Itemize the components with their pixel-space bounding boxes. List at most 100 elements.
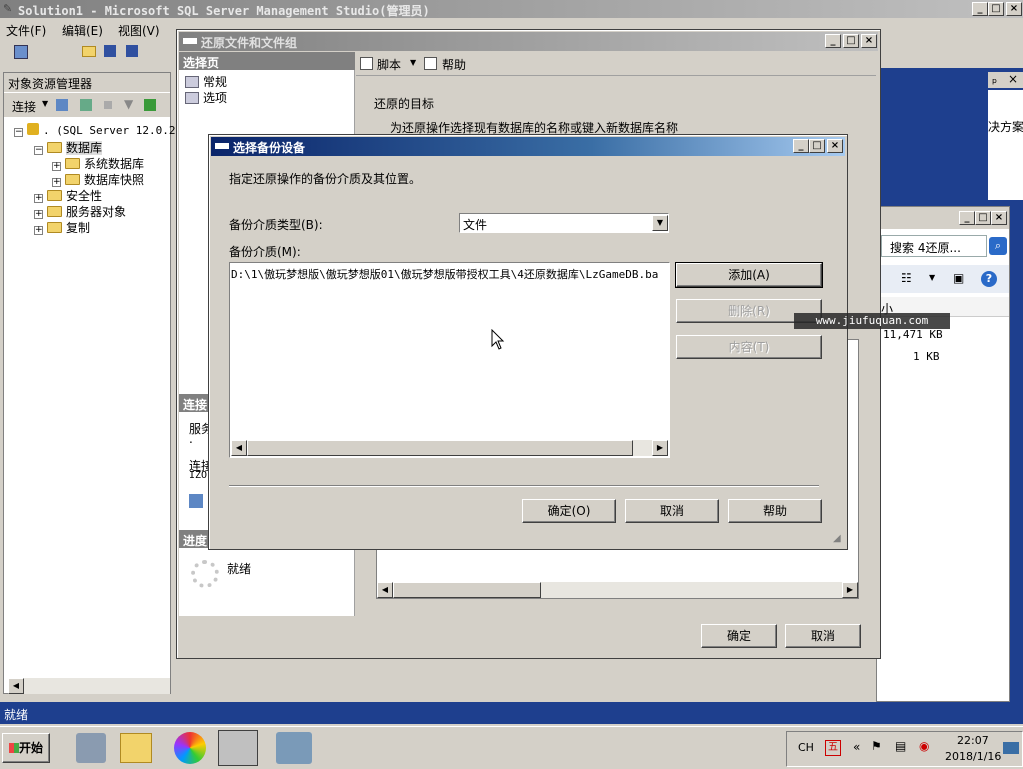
- view-icon[interactable]: ☷: [901, 271, 912, 285]
- close-icon[interactable]: ×: [861, 34, 877, 48]
- search-input[interactable]: 搜索 4还原...: [890, 239, 961, 256]
- select-page-header: 选择页: [179, 52, 355, 70]
- network-icon[interactable]: ▤: [895, 739, 906, 753]
- restore-cancel-button[interactable]: 取消: [785, 624, 861, 648]
- filter-icon[interactable]: ▼: [124, 97, 133, 111]
- page-options[interactable]: 选项: [185, 89, 227, 106]
- object-explorer-hscroll[interactable]: ◀: [8, 678, 170, 694]
- expand-icon[interactable]: +: [34, 226, 43, 235]
- tree-system-databases[interactable]: + 系统数据库: [52, 155, 144, 172]
- scroll-right-icon[interactable]: ▶: [842, 582, 858, 598]
- maximize-icon[interactable]: □: [975, 211, 991, 225]
- page-general[interactable]: 常规: [185, 73, 227, 90]
- minimize-icon[interactable]: _: [793, 139, 809, 153]
- flag-icon[interactable]: ⚑: [871, 739, 882, 753]
- restore-titlebar: 还原文件和文件组 _ □ ×: [179, 32, 878, 51]
- close-icon[interactable]: ×: [827, 139, 843, 153]
- open-icon[interactable]: [82, 46, 96, 57]
- contents-button[interactable]: 内容(T): [676, 335, 822, 359]
- expand-icon[interactable]: +: [52, 178, 61, 187]
- pin-icon[interactable]: ₚ: [992, 72, 997, 86]
- collapse-icon[interactable]: −: [34, 146, 43, 155]
- stop-icon[interactable]: [104, 101, 112, 109]
- collapse-icon[interactable]: −: [14, 128, 23, 137]
- connect-dropdown-icon[interactable]: ▼: [42, 99, 48, 108]
- backup-cancel-button[interactable]: 取消: [625, 499, 719, 523]
- file-size: 1 KB: [913, 350, 940, 363]
- connect-button[interactable]: 连接: [12, 98, 36, 115]
- connect-server-icon[interactable]: [56, 99, 68, 111]
- restore-ok-button[interactable]: 确定: [701, 624, 777, 648]
- script-dropdown-icon[interactable]: ▼: [410, 58, 416, 67]
- maximize-icon[interactable]: □: [843, 34, 859, 48]
- scroll-right-icon[interactable]: ▶: [652, 440, 668, 456]
- search-icon[interactable]: ⌕: [989, 237, 1007, 255]
- maximize-icon[interactable]: □: [988, 2, 1004, 16]
- maximize-icon[interactable]: □: [809, 139, 825, 153]
- server-manager-icon[interactable]: [76, 733, 106, 763]
- ssms-taskbar-icon[interactable]: [218, 730, 258, 766]
- script-icon[interactable]: [360, 57, 373, 70]
- scroll-left-icon[interactable]: ◀: [377, 582, 393, 598]
- backup-device-dialog: 选择备份设备 _ □ × 指定还原操作的备份介质及其位置。 备份介质类型(B):…: [208, 134, 848, 550]
- scroll-thumb[interactable]: [247, 440, 633, 456]
- expand-icon[interactable]: +: [34, 194, 43, 203]
- new-query-icon[interactable]: [14, 45, 28, 59]
- expand-icon[interactable]: +: [52, 162, 61, 171]
- backup-help-button[interactable]: 帮助: [728, 499, 822, 523]
- resize-grip-icon[interactable]: ◢: [833, 533, 841, 544]
- tree-server[interactable]: −. (SQL Server 12.0.20: [14, 123, 182, 137]
- start-button[interactable]: 开始: [2, 733, 50, 763]
- minimize-icon[interactable]: _: [825, 34, 841, 48]
- file-explorer-search[interactable]: 搜索 4还原...: [881, 235, 987, 257]
- menu-view[interactable]: 视图(V): [118, 22, 160, 39]
- save-all-icon[interactable]: [126, 45, 138, 57]
- ime-icon[interactable]: 五: [825, 740, 841, 756]
- chevron-down-icon[interactable]: ▼: [652, 215, 668, 231]
- windows-logo-icon: [8, 743, 19, 753]
- tree-security[interactable]: + 安全性: [34, 187, 102, 204]
- save-icon[interactable]: [104, 45, 116, 57]
- help-icon[interactable]: ?: [981, 271, 997, 287]
- scroll-left-icon[interactable]: ◀: [231, 440, 247, 456]
- help-icon[interactable]: [424, 57, 437, 70]
- backup-ok-button[interactable]: 确定(O): [522, 499, 616, 523]
- media-type-select[interactable]: 文件 ▼: [459, 213, 669, 233]
- setup-icon[interactable]: [276, 732, 312, 764]
- menu-file[interactable]: 文件(F): [6, 22, 46, 39]
- scroll-thumb[interactable]: [393, 582, 541, 598]
- explorer-icon[interactable]: [120, 733, 152, 763]
- tree-server-objects[interactable]: + 服务器对象: [34, 203, 126, 220]
- refresh-icon[interactable]: [144, 99, 156, 111]
- pane-close-icon[interactable]: ×: [1008, 72, 1018, 86]
- view-dropdown-icon[interactable]: ▼: [929, 273, 935, 282]
- close-icon[interactable]: ×: [991, 211, 1007, 225]
- add-button[interactable]: 添加(A): [675, 262, 823, 288]
- scroll-left-icon[interactable]: ◀: [8, 678, 24, 694]
- volume-icon[interactable]: ◉: [919, 739, 929, 753]
- connection-value: IZO: [189, 470, 208, 481]
- color-app-icon[interactable]: [174, 732, 206, 764]
- expand-icon[interactable]: +: [34, 210, 43, 219]
- restore-grid-hscroll[interactable]: ◀ ▶: [377, 582, 858, 598]
- view-connection-icon[interactable]: [189, 494, 203, 508]
- media-list-hscroll[interactable]: ◀ ▶: [231, 440, 668, 456]
- menu-edit[interactable]: 编辑(E): [62, 22, 103, 39]
- tree-db-snapshots[interactable]: + 数据库快照: [52, 171, 144, 188]
- tray-expand-icon[interactable]: «: [853, 740, 860, 754]
- script-button[interactable]: 脚本: [377, 56, 401, 73]
- minimize-icon[interactable]: _: [972, 2, 988, 16]
- preview-pane-icon[interactable]: ▣: [953, 271, 964, 285]
- tree-replication[interactable]: + 复制: [34, 219, 90, 236]
- list-item[interactable]: D:\1\傲玩梦想版\傲玩梦想版01\傲玩梦想版带授权工具\4还原数据库\LzG…: [231, 266, 658, 282]
- folder-icon: [65, 158, 80, 169]
- language-indicator[interactable]: CH: [798, 741, 814, 754]
- media-list[interactable]: D:\1\傲玩梦想版\傲玩梦想版01\傲玩梦想版带授权工具\4还原数据库\LzG…: [229, 262, 670, 458]
- show-desktop-icon[interactable]: [1003, 742, 1019, 754]
- main-toolbar: [0, 40, 178, 66]
- minimize-icon[interactable]: _: [959, 211, 975, 225]
- tree-databases[interactable]: − 数据库: [34, 139, 103, 156]
- disconnect-icon[interactable]: [80, 99, 92, 111]
- help-button[interactable]: 帮助: [442, 56, 466, 73]
- close-icon[interactable]: ×: [1006, 2, 1022, 16]
